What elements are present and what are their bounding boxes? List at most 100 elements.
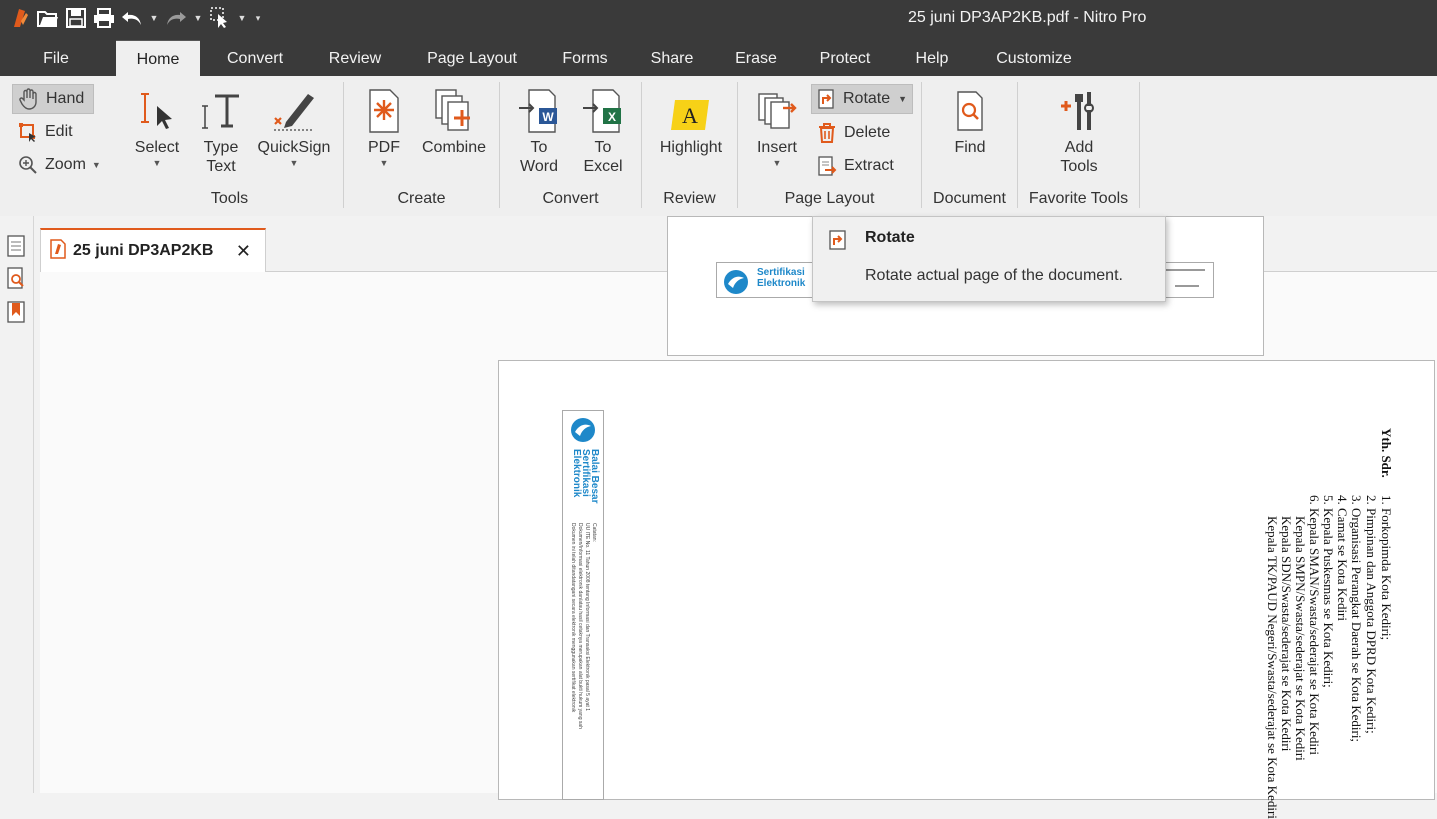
- ribbon-group-favorite-tools: Add Tools Favorite Tools: [1018, 82, 1140, 208]
- quicksign-dropdown-icon: ▼: [289, 158, 299, 168]
- app-logo-icon[interactable]: [8, 6, 32, 30]
- create-pdf-button[interactable]: PDF ▼: [356, 86, 412, 169]
- tab-forms[interactable]: Forms: [552, 40, 618, 76]
- stamp-top-line-2: [1175, 285, 1199, 287]
- tab-convert[interactable]: Convert: [214, 40, 296, 76]
- type-text-label-2: Text: [206, 158, 236, 175]
- tab-protect[interactable]: Protect: [808, 40, 882, 76]
- favorite-tools-group-title: Favorite Tools: [1028, 190, 1129, 207]
- find-icon: [948, 86, 992, 136]
- menu-tab-bar: File Home Convert Review Page Layout For…: [0, 38, 1437, 76]
- to-excel-label-1: To: [594, 139, 612, 156]
- review-group-title: Review: [663, 190, 716, 207]
- undo-dropdown-icon[interactable]: ▼: [148, 6, 160, 30]
- stamp-top-line: [1165, 269, 1205, 271]
- rotate-dropdown-icon[interactable]: ▼: [898, 94, 907, 104]
- save-icon[interactable]: [64, 6, 88, 30]
- delete-button[interactable]: Delete: [811, 118, 913, 148]
- trash-icon: [816, 122, 838, 144]
- tooltip-title: Rotate: [865, 229, 915, 246]
- stamp-side-line-1: Catatan:: [591, 523, 597, 542]
- letter-recipient-6: 6. Kepala SMAN/Swasta/sederajat se Kota …: [1307, 495, 1322, 755]
- bookmarks-panel-icon[interactable]: [6, 300, 28, 324]
- quicksign-label: QuickSign: [257, 139, 331, 156]
- pdf-label: PDF: [368, 139, 400, 156]
- tab-erase[interactable]: Erase: [726, 40, 786, 76]
- add-tools-button[interactable]: Add Tools: [1046, 86, 1112, 176]
- rotate-tooltip-icon: [827, 229, 849, 251]
- ribbon-group-review: A Highlight Review: [642, 82, 738, 208]
- ribbon-group-create: PDF ▼ Combine Create: [344, 82, 500, 208]
- find-button[interactable]: Find: [940, 86, 1000, 157]
- tab-customize[interactable]: Customize: [982, 40, 1086, 76]
- customize-qat-icon[interactable]: ▾: [252, 6, 264, 30]
- to-word-button[interactable]: W To Word: [510, 86, 568, 176]
- zoom-tool-button[interactable]: Zoom ▼: [12, 150, 112, 180]
- hand-tool-label: Hand: [46, 90, 85, 107]
- extract-button[interactable]: Extract: [811, 151, 913, 181]
- pdf-create-icon: [362, 86, 406, 136]
- stamp-top-text: Sertifikasi Elektronik: [757, 267, 806, 289]
- pages-panel-icon[interactable]: [6, 234, 28, 258]
- edit-tool-button[interactable]: Edit: [12, 117, 94, 147]
- rotate-button[interactable]: Rotate ▼: [811, 84, 913, 114]
- tab-share[interactable]: Share: [640, 40, 704, 76]
- redo-icon[interactable]: [164, 6, 188, 30]
- select-cursor-icon[interactable]: [208, 6, 232, 30]
- excel-icon: X: [581, 86, 625, 136]
- to-excel-button[interactable]: X To Excel: [574, 86, 632, 176]
- ribbon: Hand Edit Zoom ▼ Select ▼ Type Text Quic…: [0, 76, 1437, 216]
- tab-help[interactable]: Help: [904, 40, 960, 76]
- select-icon: [135, 86, 179, 136]
- type-text-button[interactable]: Type Text: [192, 86, 250, 176]
- letter-recipient-3: 3. Organisasi Perangkat Daerah se Kota K…: [1349, 495, 1364, 743]
- insert-button[interactable]: Insert ▼: [748, 86, 806, 169]
- insert-label: Insert: [756, 139, 797, 156]
- zoom-dropdown-icon: ▼: [91, 160, 101, 170]
- close-tab-icon[interactable]: ✕: [236, 241, 251, 262]
- hand-tool-button[interactable]: Hand: [12, 84, 94, 114]
- delete-label: Delete: [844, 124, 891, 141]
- highlight-button[interactable]: A Highlight: [650, 86, 732, 157]
- rotate-label: Rotate: [843, 90, 891, 107]
- word-icon: W: [517, 86, 561, 136]
- open-icon[interactable]: [36, 6, 60, 30]
- undo-icon[interactable]: [120, 6, 144, 30]
- tab-file[interactable]: File: [28, 40, 84, 76]
- document-tab-label: 25 juni DP3AP2KB: [73, 242, 214, 259]
- ribbon-group-document: Find Document: [922, 82, 1018, 208]
- type-text-label-1: Type: [203, 139, 239, 156]
- tools-group-title: Tools: [210, 190, 249, 207]
- hand-icon: [18, 88, 40, 110]
- search-document-panel-icon[interactable]: [6, 266, 28, 290]
- edit-tool-label: Edit: [45, 123, 73, 140]
- tab-review[interactable]: Review: [318, 40, 392, 76]
- add-tools-label-2: Tools: [1060, 158, 1098, 175]
- quicksign-icon: [272, 86, 316, 136]
- print-icon[interactable]: [92, 6, 116, 30]
- rotate-tooltip: Rotate Rotate actual page of the documen…: [812, 216, 1166, 302]
- select-button[interactable]: Select ▼: [128, 86, 186, 169]
- letter-recipient-2: 2. Pimpinan dan Anggota DPRD Kota Kediri…: [1364, 495, 1379, 734]
- extract-label: Extract: [844, 157, 894, 174]
- document-tab[interactable]: 25 juni DP3AP2KB ✕: [40, 228, 266, 272]
- pdf-dropdown-icon: ▼: [379, 158, 389, 168]
- tab-page-layout[interactable]: Page Layout: [414, 40, 530, 76]
- to-word-label-2: Word: [520, 158, 558, 175]
- title-bar: ▼ ▼ ▼ ▾ 25 juni DP3AP2KB.pdf - Nitro Pro: [0, 0, 1437, 38]
- bsre-logo-side-icon: [569, 415, 597, 449]
- signature-stamp-side: Balai Besar Sertifikasi Elektronik Catat…: [562, 410, 604, 800]
- add-tools-label-1: Add: [1064, 139, 1094, 156]
- letter-recipient-7: Kepala SMPN/Swasta/sederajat se Kota Ked…: [1293, 516, 1308, 761]
- svg-text:W: W: [542, 110, 554, 124]
- redo-dropdown-icon[interactable]: ▼: [192, 6, 204, 30]
- highlight-label: Highlight: [659, 139, 723, 156]
- letter-recipient-1: 1. Forkopimda Kota Kediri;: [1379, 495, 1394, 641]
- quicksign-button[interactable]: QuickSign ▼: [254, 86, 334, 169]
- combine-button[interactable]: Combine: [416, 86, 492, 157]
- select-dropdown-icon[interactable]: ▼: [236, 6, 248, 30]
- tab-home[interactable]: Home: [116, 40, 200, 76]
- find-label: Find: [954, 139, 986, 156]
- zoom-icon: [17, 154, 39, 176]
- svg-text:X: X: [608, 110, 616, 124]
